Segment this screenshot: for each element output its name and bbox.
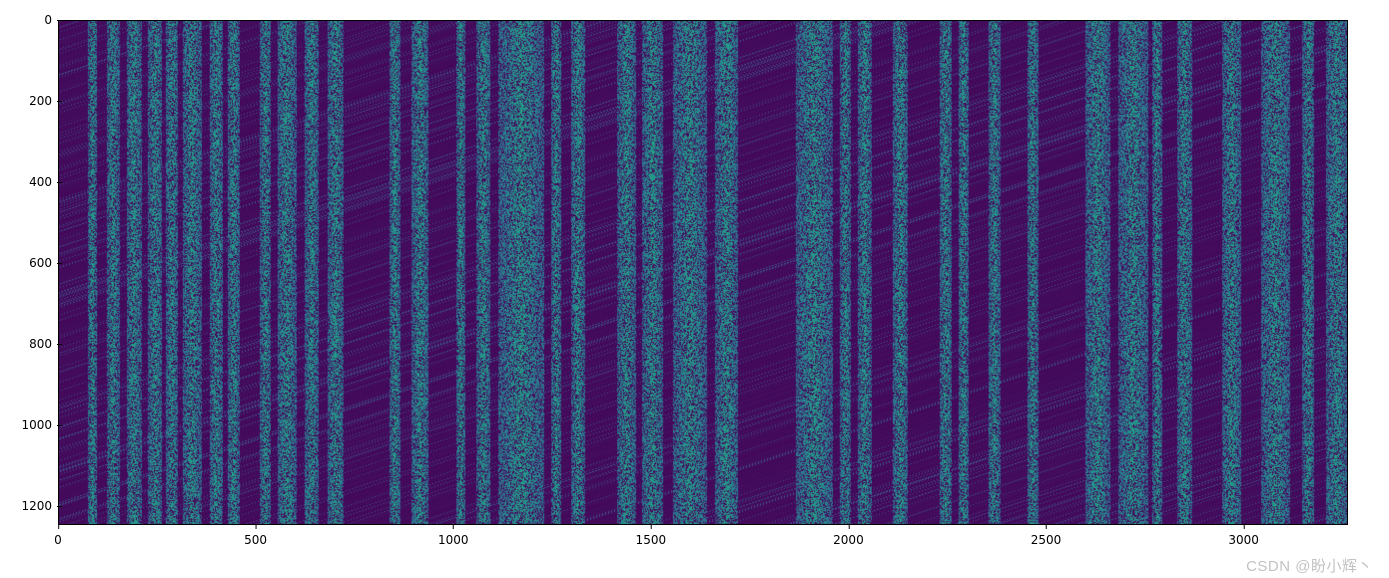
x-tick-label: 1000 [438,534,469,546]
x-tick-label: 2500 [1031,534,1062,546]
y-tick-label: 1000 [6,419,52,431]
x-tick-label: 0 [54,534,62,546]
x-tick-label: 1500 [636,534,667,546]
y-tick-label: 1200 [6,500,52,512]
x-tick-label: 2000 [833,534,864,546]
x-tick-label: 3000 [1228,534,1259,546]
x-tick-label: 500 [244,534,267,546]
y-tick-label: 200 [6,95,52,107]
figure: 0 500 1000 1500 2000 2500 3000 0 200 400 600 800 10… [0,0,1389,578]
heatmap-canvas [59,21,1347,524]
y-tick-label: 800 [6,338,52,350]
watermark: CSDN @盼小辉丶 [1246,555,1373,576]
y-tick-label: 0 [6,14,52,26]
y-tick-label: 600 [6,257,52,269]
plot-area [58,20,1348,525]
y-tick-label: 400 [6,176,52,188]
